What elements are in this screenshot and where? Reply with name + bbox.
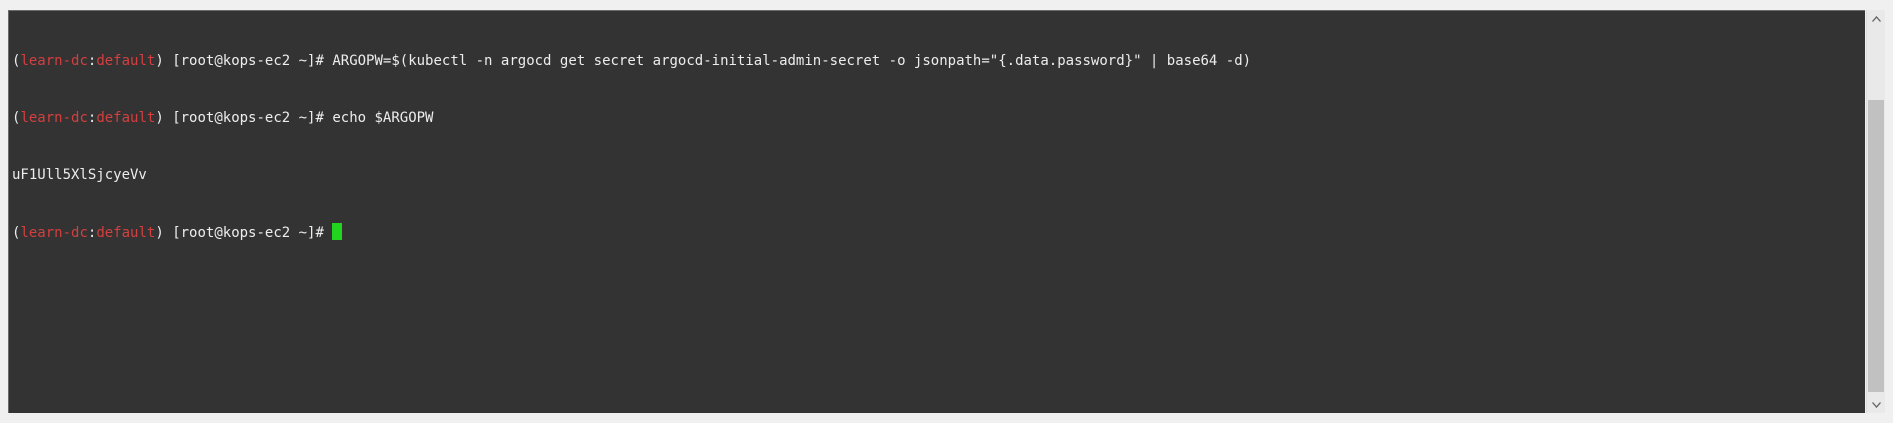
terminal-output: (learn-dc:default) [root@kops-ec2 ~]# AR… [12, 14, 1251, 280]
kube-context: learn-dc [20, 225, 88, 241]
terminal-window: (learn-dc:default) [root@kops-ec2 ~]# AR… [0, 0, 1893, 423]
shell-prompt: [root@kops-ec2 ~]# [163, 225, 333, 241]
command-text: echo $ARGOPW [332, 110, 434, 126]
terminal-line-2: (learn-dc:default) [root@kops-ec2 ~]# ec… [12, 109, 1251, 128]
terminal-line-3: uF1Ull5XlSjcyeVv [12, 166, 1251, 185]
vertical-scrollbar[interactable] [1866, 10, 1885, 413]
paren-close: ) [155, 110, 164, 126]
command-text: ARGOPW=$(kubectl -n argocd get secret ar… [332, 53, 1252, 69]
text-cursor [332, 223, 343, 240]
kube-namespace: default [96, 225, 156, 241]
paren-close: ) [155, 225, 164, 241]
kube-namespace: default [96, 110, 156, 126]
kube-context: learn-dc [20, 53, 88, 69]
command-output: uF1Ull5XlSjcyeVv [12, 167, 147, 183]
scrollbar-thumb[interactable] [1868, 100, 1884, 392]
kube-context: learn-dc [20, 110, 88, 126]
terminal-line-4: (learn-dc:default) [root@kops-ec2 ~]# [12, 223, 1251, 242]
kube-namespace: default [96, 53, 156, 69]
shell-prompt: [root@kops-ec2 ~]# [163, 110, 333, 126]
paren-close: ) [155, 53, 164, 69]
terminal-screen[interactable]: (learn-dc:default) [root@kops-ec2 ~]# AR… [8, 10, 1865, 413]
scroll-down-arrow-icon[interactable] [1867, 396, 1885, 413]
window-bottom-edge [0, 413, 1893, 423]
shell-prompt: [root@kops-ec2 ~]# [163, 53, 333, 69]
scroll-up-arrow-icon[interactable] [1867, 10, 1885, 27]
terminal-line-1: (learn-dc:default) [root@kops-ec2 ~]# AR… [12, 52, 1251, 71]
